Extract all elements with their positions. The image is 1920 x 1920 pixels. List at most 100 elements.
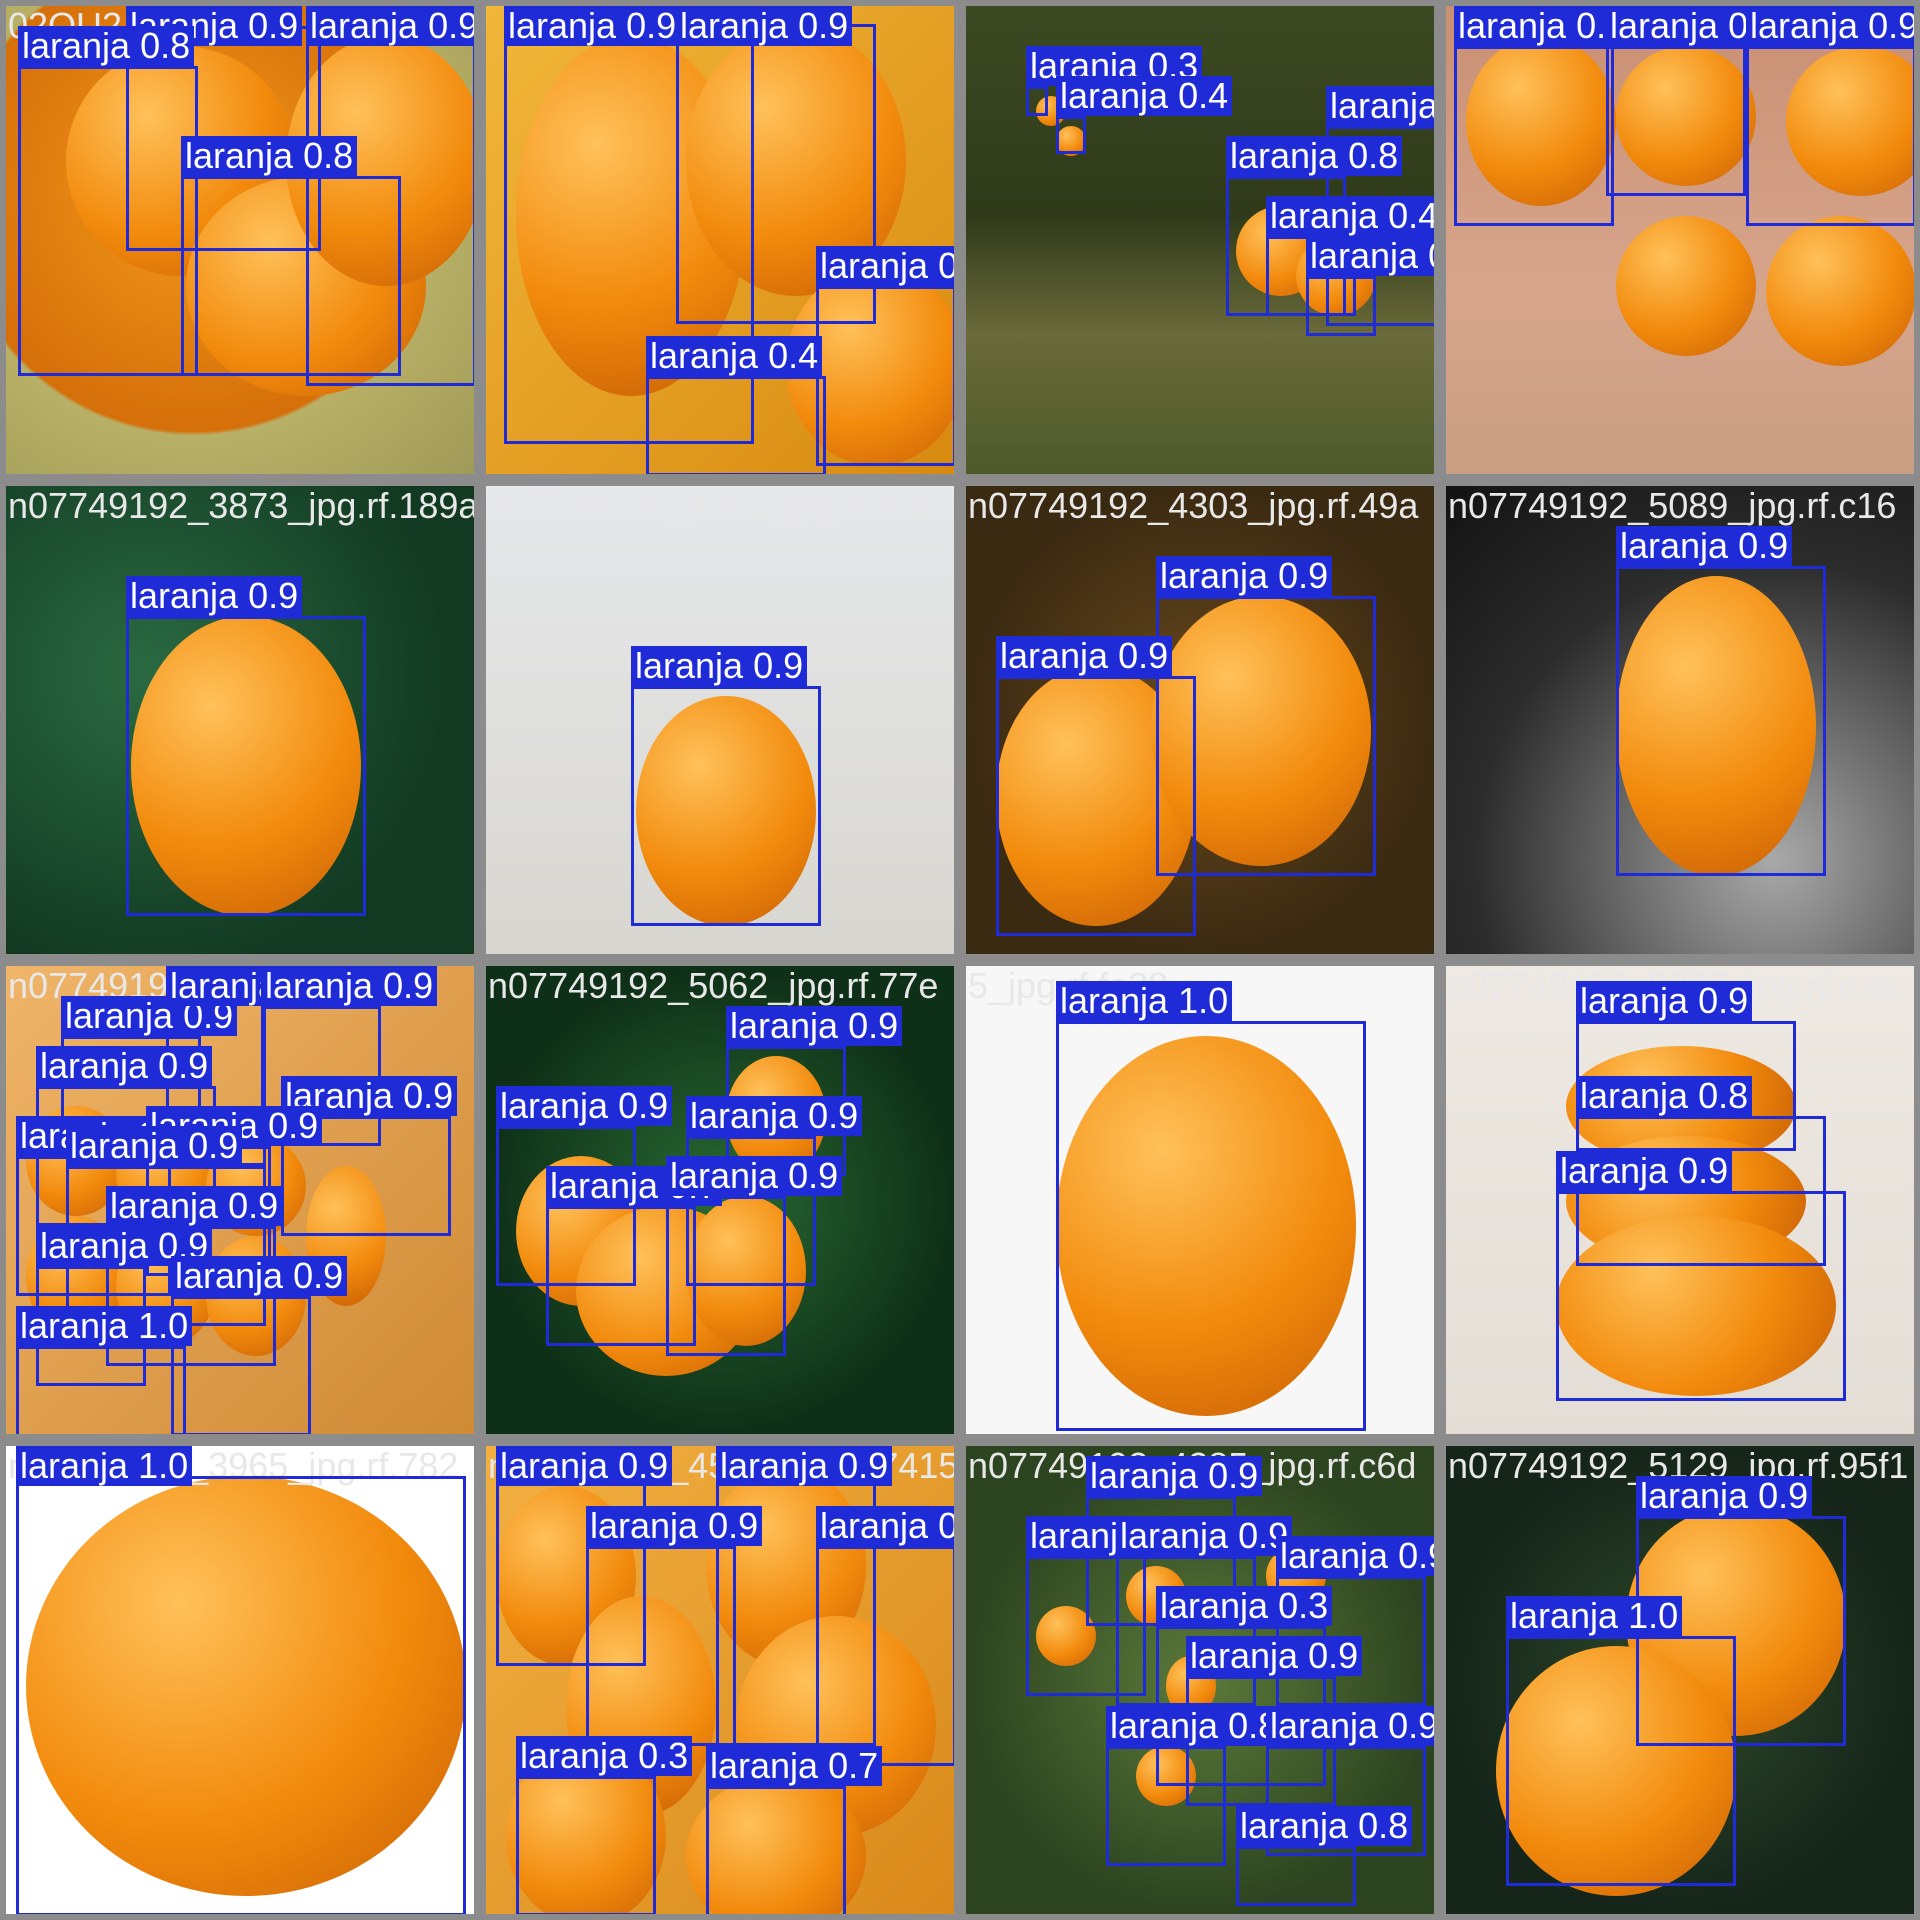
detection-label: laranja 0.9 [586,1506,763,1546]
detection-label: laranja 0.9 [1156,556,1333,596]
detection-label: laranja 0.4 [1266,196,1434,236]
detection-label: laranja 1.0 [1056,981,1233,1021]
detection-label: laranja 0.9 [666,1156,843,1196]
image-tile: n07749192_3873_jpg.rf.189alaranja 0.9 [0,480,480,960]
detection-label: laranja 0.9 [686,1096,863,1136]
image-tile: n07749192_3965_jpg.rf.782 laranja 1.0 [0,1440,480,1920]
detection-label: laranja 0.8 [18,26,195,66]
detection-label: laranja 0.9 [496,1446,673,1486]
detection-box [1056,1021,1366,1431]
detection-mosaic: 02OU2laranja 0.9laranja 0.94laranja 0.8l… [0,0,1920,1920]
image-tile: n07749192_3723 laranja 0.9 laranja 0.9 lara… [0,960,480,1440]
detection-label: laranja 0.9 [504,6,681,46]
detection-label: laranja 1.0 [16,1446,193,1486]
detection-label: laranja 0.8 [1576,1076,1753,1116]
detection-label: laranja 0.9 [1616,526,1793,566]
detection-label: laranja 0.9 [1576,981,1753,1021]
detection-label: laranja 0.9 [1186,1636,1363,1676]
detection-box [16,1476,466,1914]
detection-label: laranja 0.9 [676,6,853,46]
detection-label: laranja 1.0 [16,1306,193,1346]
image-tile: 02OU2laranja 0.9laranja 0.94laranja 0.8l… [0,0,480,480]
image-tile: n07749192_4461_jpg.rf.68dlaranja 0.9 [480,480,960,960]
detection-label: laranja 0.9 [1266,1706,1434,1746]
detection-label: laranja 0.9 [1556,1151,1733,1191]
detection-label: laranja 0.94 [306,6,474,46]
detection-box [1506,1636,1736,1886]
detection-label: laranja 0.7 [816,246,954,286]
detection-box [181,176,401,376]
detection-label: laranja 0.9 [1086,1456,1263,1496]
tile-filename-caption: n07749192_4461_jpg.rf.68d [488,485,939,526]
image-tile: n07749192_4285_jpg.rf.c6dlaranja 0.9lara… [960,1440,1440,1920]
detection-label: laranja 0.4 [646,336,823,376]
detection-box [706,1786,846,1914]
detection-label: laranja 0.9 [106,1186,283,1226]
detection-box [1106,1746,1226,1866]
tile-filename-caption: n07749192_5062_jpg.rf.77e [488,965,939,1006]
image-tile: n07749192_5062_jpg.rf.77e laranja 0.9 lara… [480,960,960,1440]
detection-label: laranja 0.9 [726,1006,903,1046]
detection-label: laranja 0.9 [996,636,1173,676]
orange-fruit [1766,216,1914,366]
orange-fruit [1616,216,1756,356]
image-tile: n07749192_4599_jpg.rf.7415laranja 0.9lar… [480,1440,960,1920]
detection-box [816,1546,954,1766]
detection-label: laranja 0.9 [1636,1476,1813,1516]
image-tile: n07749192_5087_jpg.rf.eaalaranja 0.9lara… [1440,960,1920,1440]
detection-box [1616,566,1826,876]
detection-box [18,66,198,376]
detection-box [1606,46,1746,196]
detection-label: laranja 0.9 [66,1126,243,1166]
detection-label: laranja 0.9 [36,1046,213,1086]
image-tile: laranja 0.3laranja 0.4laranja 0.9laranja… [960,0,1440,480]
detection-label: laranja 0.9 [631,646,808,686]
tile-filename-caption: n07749192_4303_jpg.rf.49a [968,485,1419,526]
detection-box [126,616,366,916]
detection-label: laranja 0.9 [1116,1516,1293,1556]
detection-label: laranja 0.4 [1056,76,1233,116]
detection-label: laranja 0.8 [181,136,358,176]
detection-label: laranja 0.9 [1454,6,1631,46]
detection-box [646,376,826,474]
detection-label: laranja 0.9 [1326,86,1434,126]
image-tile: 5_jpg.rf.fe28laranja 1.0 [960,960,1440,1440]
detection-label: laranja 0.8 [1236,1806,1413,1846]
image-tile: n07749192_5129_jpg.rf.95f1 laranja 0.9 lar… [1440,1440,1920,1920]
detection-box [516,1776,656,1914]
detection-box [1026,86,1048,116]
detection-box [816,286,954,466]
detection-box [1056,116,1086,154]
detection-label: laranja 0.3 [1156,1586,1333,1626]
detection-label: laranja 0.9 [171,1256,348,1296]
detection-label: laranja 0.3 [516,1736,693,1776]
detection-label: laranja 0.9 [816,1506,954,1546]
detection-box [1556,1191,1846,1401]
detection-box [1236,1846,1356,1906]
image-tile: laranja 0.9laranja 0.9 laranja 0.7 laranja… [480,0,960,480]
detection-label: laranja 0.9 [496,1086,673,1126]
detection-box [586,1546,736,1746]
detection-box [1454,46,1614,226]
detection-box [1746,46,1914,226]
image-tile: n07749192_5089_jpg.rf.c16 laranja 0.9 [1440,480,1920,960]
detection-label: laranja 1.0 [1506,1596,1683,1636]
detection-label: laranja 0.8 [1106,1706,1283,1746]
tile-filename-caption: n07749192_3873_jpg.rf.189a [8,485,479,526]
detection-box [996,676,1196,936]
detection-box [666,1196,786,1356]
image-tile: laranja 0.9 laranja 0.9 laranja 0.9 [1440,0,1920,480]
detection-label: laranja 0.9 [261,966,438,1006]
detection-label: laranja 0.9 [1276,1536,1434,1576]
tile-filename-caption: n07749192_5089_jpg.rf.c16 [1448,485,1897,526]
detection-label: laranja 0.9 [716,1446,893,1486]
detection-box [16,1346,186,1434]
detection-label: laranja 0.8 [1226,136,1403,176]
detection-box [631,686,821,926]
detection-label: laranja 0.8 [1306,236,1434,276]
detection-label: laranja 0.9 [126,576,303,616]
image-tile: n07749192_4303_jpg.rf.49alaranja 0.9 lara… [960,480,1440,960]
detection-label: laranja 0.7 [706,1746,883,1786]
detection-label: laranja 0.9 [1746,6,1914,46]
detection-box [1306,276,1376,336]
